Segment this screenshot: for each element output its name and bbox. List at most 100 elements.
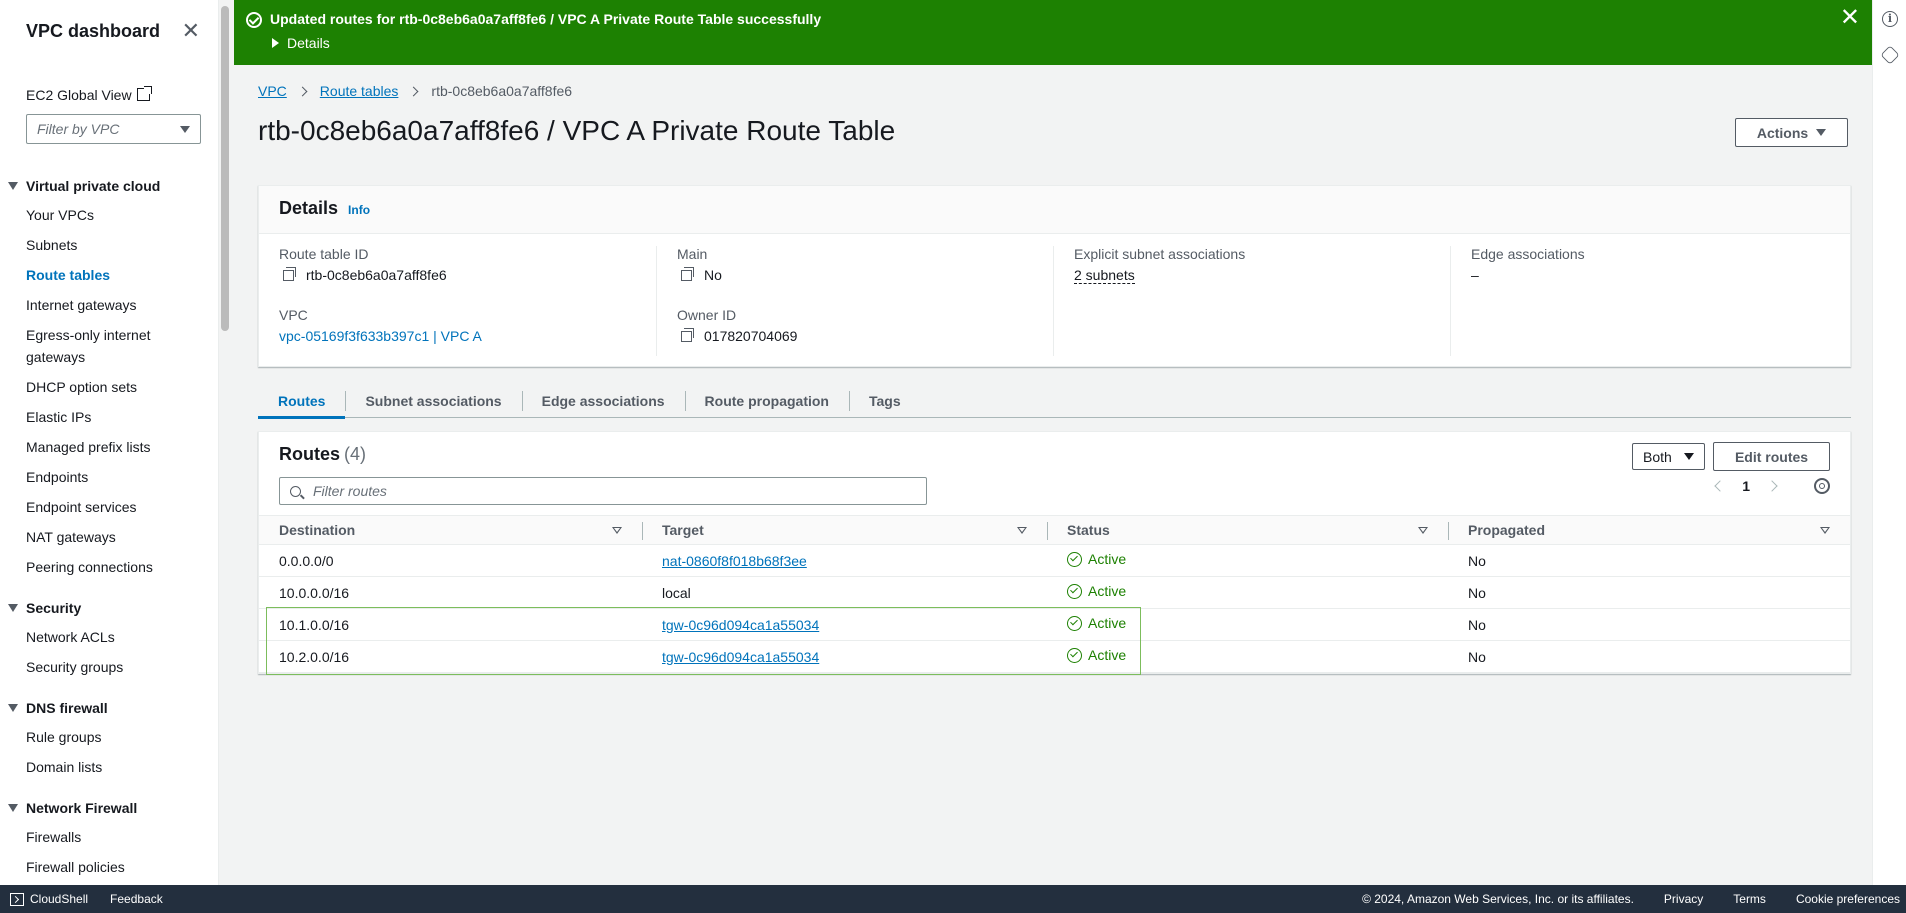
feedback-link[interactable]: Feedback xyxy=(110,892,163,906)
cookie-preferences-link[interactable]: Cookie preferences xyxy=(1796,892,1900,906)
sidebar-item-firewall-policies[interactable]: Firewall policies xyxy=(0,856,218,878)
sidebar-item-elastic-ips[interactable]: Elastic IPs xyxy=(0,406,218,428)
sidebar-item-route-tables[interactable]: Route tables xyxy=(0,264,218,286)
filter-routes-input[interactable] xyxy=(313,483,913,499)
column-label: Propagated xyxy=(1468,522,1546,538)
target-link[interactable]: tgw-0c96d094ca1a55034 xyxy=(662,617,819,633)
edge-associations-label: Edge associations xyxy=(1471,246,1585,262)
column-label: Destination xyxy=(279,522,356,538)
sidebar-item-firewalls[interactable]: Firewalls xyxy=(0,826,218,848)
sidebar-item-peering-connections[interactable]: Peering connections xyxy=(0,556,218,578)
sidebar-item-dhcp-option-sets[interactable]: DHCP option sets xyxy=(0,376,218,398)
column-header-destination[interactable]: Destination xyxy=(259,515,642,545)
ec2-global-view-link[interactable]: EC2 Global View xyxy=(0,84,218,106)
chevron-right-icon xyxy=(408,86,419,96)
target-link[interactable]: nat-0860f8f018b68f3ee xyxy=(662,553,807,569)
table-row[interactable]: 10.0.0.0/16 local Active No xyxy=(259,576,1850,609)
tab-routes[interactable]: Routes xyxy=(258,384,346,419)
breadcrumb-vpc[interactable]: VPC xyxy=(258,83,287,99)
tab-subnet-associations[interactable]: Subnet associations xyxy=(345,384,521,418)
section-toggle-security[interactable]: Security xyxy=(0,596,218,620)
next-page-icon[interactable] xyxy=(1766,480,1778,492)
tab-route-propagation[interactable]: Route propagation xyxy=(684,384,849,418)
section-title: Security xyxy=(26,600,82,616)
sidebar-item-network-acls[interactable]: Network ACLs xyxy=(0,626,218,648)
edit-routes-button[interactable]: Edit routes xyxy=(1713,442,1830,471)
privacy-link[interactable]: Privacy xyxy=(1664,892,1703,906)
sidebar-item-endpoint-services[interactable]: Endpoint services xyxy=(0,496,218,518)
tab-tags[interactable]: Tags xyxy=(848,384,921,418)
section-toggle-network-firewall[interactable]: Network Firewall xyxy=(0,796,218,820)
tab-edge-associations[interactable]: Edge associations xyxy=(521,384,685,418)
sidebar-title[interactable]: VPC dashboard xyxy=(26,21,160,42)
info-link[interactable]: Info xyxy=(348,203,370,217)
column-label: Target xyxy=(662,522,704,538)
gear-icon[interactable] xyxy=(1814,478,1830,494)
column-header-status[interactable]: Status xyxy=(1047,515,1448,545)
previous-page-icon[interactable] xyxy=(1714,480,1726,492)
sidebar-scrollbar-thumb[interactable] xyxy=(221,6,229,331)
routes-panel: Routes(4) Both Edit routes 1 Destination… xyxy=(258,431,1851,674)
actions-button[interactable]: Actions xyxy=(1735,118,1848,147)
copy-icon[interactable] xyxy=(681,327,694,342)
vpc-link[interactable]: vpc-05169f3f633b397c1 | VPC A xyxy=(279,328,482,344)
table-row[interactable]: 0.0.0.0/0 nat-0860f8f018b68f3ee Active N… xyxy=(259,544,1850,577)
routes-filter[interactable] xyxy=(279,477,927,505)
destination-cell: 0.0.0.0/0 xyxy=(259,544,642,577)
sidebar-item-security-groups[interactable]: Security groups xyxy=(0,656,218,678)
sort-icon[interactable] xyxy=(612,527,622,534)
sidebar-item-egress-only-gateways[interactable]: Egress-only internet gateways xyxy=(0,324,190,368)
cloudshell-icon[interactable] xyxy=(10,892,24,906)
info-icon[interactable]: i xyxy=(1882,11,1898,27)
ec2-global-view-label[interactable]: EC2 Global View xyxy=(0,84,132,106)
vpc-filter-select[interactable]: Filter by VPC xyxy=(26,114,201,144)
copy-icon[interactable] xyxy=(283,266,296,281)
sort-icon[interactable] xyxy=(1418,527,1428,534)
sidebar-item-managed-prefix-lists[interactable]: Managed prefix lists xyxy=(0,436,218,458)
side-navigation: VPC dashboard ✕ EC2 Global View Filter b… xyxy=(0,0,219,885)
sidebar-item-nat-gateways[interactable]: NAT gateways xyxy=(0,526,218,548)
status-success-icon xyxy=(1067,615,1082,631)
copyright-text: © 2024, Amazon Web Services, Inc. or its… xyxy=(1362,892,1634,906)
section-toggle-dns-firewall[interactable]: DNS firewall xyxy=(0,696,218,720)
sidebar-section-dns-firewall: DNS firewall Rule groups Domain lists xyxy=(0,696,218,778)
target-link[interactable]: tgw-0c96d094ca1a55034 xyxy=(662,649,819,665)
sidebar-item-endpoints[interactable]: Endpoints xyxy=(0,466,218,488)
explicit-subnet-label: Explicit subnet associations xyxy=(1074,246,1246,262)
hexagon-icon[interactable] xyxy=(1880,45,1900,65)
terms-link[interactable]: Terms xyxy=(1733,892,1766,906)
caret-down-icon xyxy=(180,125,190,133)
details-column-2: Main No Owner ID 017820704069 xyxy=(656,246,1052,356)
close-icon[interactable]: ✕ xyxy=(1840,6,1860,30)
close-icon[interactable]: ✕ xyxy=(182,20,200,42)
flash-details-toggle[interactable]: Details xyxy=(272,35,330,51)
table-header-row: Destination Target Status Propagated xyxy=(259,515,1850,545)
section-toggle-vpc[interactable]: Virtual private cloud xyxy=(0,174,218,198)
details-title: Details xyxy=(279,198,339,218)
sort-icon[interactable] xyxy=(1820,527,1830,534)
owner-id-label: Owner ID xyxy=(677,307,737,323)
explicit-subnet-value[interactable]: 2 subnets xyxy=(1074,267,1135,284)
status-cell: Active xyxy=(1047,576,1448,609)
column-header-propagated[interactable]: Propagated xyxy=(1448,515,1850,545)
section-title: Virtual private cloud xyxy=(26,178,161,194)
table-row[interactable]: 10.1.0.0/16 tgw-0c96d094ca1a55034 Active… xyxy=(259,608,1850,641)
breadcrumb-route-tables[interactable]: Route tables xyxy=(320,83,399,99)
route-type-select[interactable]: Both xyxy=(1632,443,1705,470)
propagated-cell: No xyxy=(1448,608,1850,641)
sidebar-item-internet-gateways[interactable]: Internet gateways xyxy=(0,294,218,316)
cloudshell-link[interactable]: CloudShell xyxy=(30,892,88,906)
chevron-right-icon xyxy=(297,86,308,96)
sidebar-item-subnets[interactable]: Subnets xyxy=(0,234,218,256)
details-column-1: Route table ID rtb-0c8eb6a0a7aff8fe6 VPC… xyxy=(259,246,655,356)
copy-icon[interactable] xyxy=(681,266,694,281)
sort-icon[interactable] xyxy=(1017,527,1027,534)
sidebar-item-domain-lists[interactable]: Domain lists xyxy=(0,756,218,778)
routes-count: (4) xyxy=(344,444,367,464)
column-header-target[interactable]: Target xyxy=(642,515,1047,545)
sidebar-item-your-vpcs[interactable]: Your VPCs xyxy=(0,204,218,226)
sidebar-item-rule-groups[interactable]: Rule groups xyxy=(0,726,218,748)
expand-caret-icon xyxy=(8,182,18,190)
page-number[interactable]: 1 xyxy=(1742,478,1750,494)
table-row[interactable]: 10.2.0.0/16 tgw-0c96d094ca1a55034 Active… xyxy=(259,640,1850,673)
